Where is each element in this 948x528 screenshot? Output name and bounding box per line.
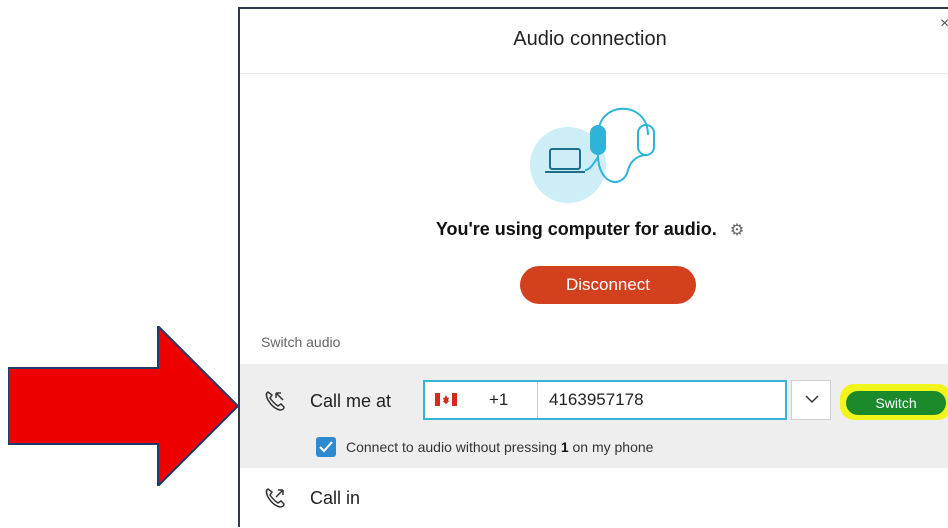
red-arrow-annotation	[8, 326, 238, 486]
switch-button[interactable]: Switch	[846, 391, 946, 415]
headset-laptop-illustration	[530, 107, 655, 203]
phone-number-input[interactable]	[539, 382, 779, 418]
chevron-down-icon	[805, 395, 819, 404]
disconnect-button[interactable]: Disconnect	[520, 266, 696, 304]
phone-outgoing-icon	[265, 391, 285, 411]
dialog-title: Audio connection	[513, 28, 667, 50]
close-icon[interactable]: ×	[940, 15, 948, 35]
call-me-panel: Call me at +1 Switch Connec	[240, 364, 948, 468]
country-code: +1	[489, 390, 509, 409]
phone-number-field: +1	[423, 380, 787, 420]
call-in-label: Call in	[310, 488, 361, 508]
canada-flag-icon	[435, 393, 457, 406]
checkmark-icon	[319, 441, 333, 453]
audio-connection-dialog: Audio connection × You're using computer…	[238, 7, 948, 527]
call-in-option[interactable]: Call in	[240, 468, 948, 528]
audio-status: You're using computer for audio. ⚙	[240, 219, 940, 240]
country-code-selector[interactable]: +1	[425, 382, 538, 418]
dialog-header: Audio connection ×	[240, 9, 948, 74]
phone-options-dropdown[interactable]	[791, 380, 831, 420]
switch-audio-label: Switch audio	[261, 334, 341, 350]
call-me-label: Call me at	[310, 391, 392, 411]
phone-incoming-icon	[265, 488, 285, 508]
connect-without-pressing-checkbox[interactable]	[316, 437, 336, 457]
connect-without-pressing-label: Connect to audio without pressing 1 on m…	[346, 439, 654, 455]
gear-icon[interactable]: ⚙	[730, 222, 744, 239]
audio-status-text: You're using computer for audio.	[435, 219, 717, 239]
